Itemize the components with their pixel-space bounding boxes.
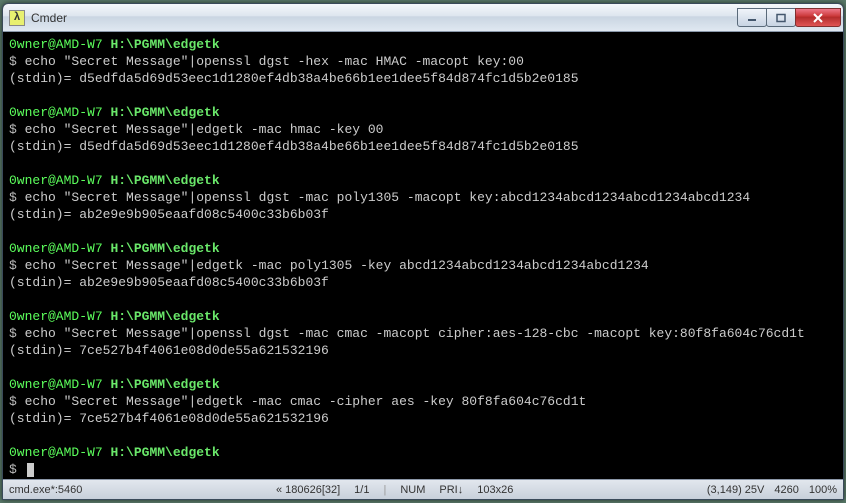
- terminal-block: 0wner@AMD-W7 H:\PGMM\edgetk $ echo "Secre…: [9, 36, 837, 87]
- prompt-path: H:\PGMM\edgetk: [110, 173, 219, 188]
- status-num: NUM: [400, 484, 425, 496]
- prompt-dollar: $: [9, 326, 17, 341]
- prompt-dollar: $: [9, 54, 17, 69]
- command-text: echo "Secret Message"|openssl dgst -hex …: [25, 54, 524, 69]
- command-text: echo "Secret Message"|edgetk -mac hmac -…: [25, 122, 384, 137]
- terminal-block: 0wner@AMD-W7 H:\PGMM\edgetk $ echo "Secre…: [9, 240, 837, 291]
- prompt-user: 0wner@AMD-W7: [9, 377, 103, 392]
- close-button[interactable]: [795, 8, 841, 27]
- cursor: [27, 463, 34, 477]
- command-output: (stdin)= d5edfda5d69d53eec1d1280ef4db38a…: [9, 138, 837, 155]
- status-cols: 4260: [774, 484, 798, 496]
- command-output: (stdin)= 7ce527b4f4061e08d0de55a62153219…: [9, 410, 837, 427]
- terminal-block: 0wner@AMD-W7 H:\PGMM\edgetk $ echo "Secre…: [9, 376, 837, 427]
- prompt-user: 0wner@AMD-W7: [9, 445, 103, 460]
- prompt-path: H:\PGMM\edgetk: [110, 37, 219, 52]
- prompt-dollar: $: [9, 190, 17, 205]
- statusbar: cmd.exe*:5460 « 180626[32] 1/1 | NUM PRI…: [3, 479, 843, 499]
- command-output: (stdin)= ab2e9e9b905eaafd08c5400c33b6b03…: [9, 274, 837, 291]
- titlebar[interactable]: λ Cmder: [3, 4, 843, 32]
- terminal-block: 0wner@AMD-W7 H:\PGMM\edgetk $ echo "Secre…: [9, 104, 837, 155]
- command-text: echo "Secret Message"|openssl dgst -mac …: [25, 190, 751, 205]
- status-process: cmd.exe*:5460: [9, 484, 82, 496]
- window-title: Cmder: [31, 11, 738, 25]
- prompt-user: 0wner@AMD-W7: [9, 37, 103, 52]
- prompt-user: 0wner@AMD-W7: [9, 105, 103, 120]
- status-pct: 100%: [809, 484, 837, 496]
- status-pos: (3,149) 25V: [707, 484, 764, 496]
- prompt-path: H:\PGMM\edgetk: [110, 105, 219, 120]
- command-text: echo "Secret Message"|edgetk -mac poly13…: [25, 258, 649, 273]
- status-frac: 1/1: [354, 484, 369, 496]
- status-buffer: « 180626[32]: [276, 484, 340, 496]
- command-output: (stdin)= d5edfda5d69d53eec1d1280ef4db38a…: [9, 70, 837, 87]
- terminal-block: 0wner@AMD-W7 H:\PGMM\edgetk $ echo "Secre…: [9, 172, 837, 223]
- status-size: 103x26: [477, 484, 513, 496]
- prompt-path: H:\PGMM\edgetk: [110, 309, 219, 324]
- prompt-user: 0wner@AMD-W7: [9, 241, 103, 256]
- maximize-button[interactable]: [766, 8, 796, 27]
- prompt-user: 0wner@AMD-W7: [9, 173, 103, 188]
- prompt-dollar: $: [9, 258, 17, 273]
- terminal-block: 0wner@AMD-W7 H:\PGMM\edgetk $ echo "Secre…: [9, 308, 837, 359]
- command-text: echo "Secret Message"|edgetk -mac cmac -…: [25, 394, 587, 409]
- status-pri: PRI↓: [439, 484, 463, 496]
- app-icon: λ: [9, 10, 25, 26]
- prompt-dollar: $: [9, 122, 17, 137]
- window-frame: λ Cmder 0wner@AMD-W7 H:\PGMM\edgetk $ ech…: [2, 3, 844, 500]
- prompt-path: H:\PGMM\edgetk: [110, 377, 219, 392]
- prompt-path: H:\PGMM\edgetk: [110, 445, 219, 460]
- terminal-area[interactable]: 0wner@AMD-W7 H:\PGMM\edgetk $ echo "Secre…: [3, 32, 843, 479]
- prompt-dollar: $: [9, 462, 17, 477]
- prompt-user: 0wner@AMD-W7: [9, 309, 103, 324]
- command-output: (stdin)= ab2e9e9b905eaafd08c5400c33b6b03…: [9, 206, 837, 223]
- prompt-dollar: $: [9, 394, 17, 409]
- command-output: (stdin)= 7ce527b4f4061e08d0de55a62153219…: [9, 342, 837, 359]
- prompt-path: H:\PGMM\edgetk: [110, 241, 219, 256]
- terminal-block: 0wner@AMD-W7 H:\PGMM\edgetk $: [9, 444, 837, 478]
- command-text: echo "Secret Message"|openssl dgst -mac …: [25, 326, 805, 341]
- minimize-button[interactable]: [737, 8, 767, 27]
